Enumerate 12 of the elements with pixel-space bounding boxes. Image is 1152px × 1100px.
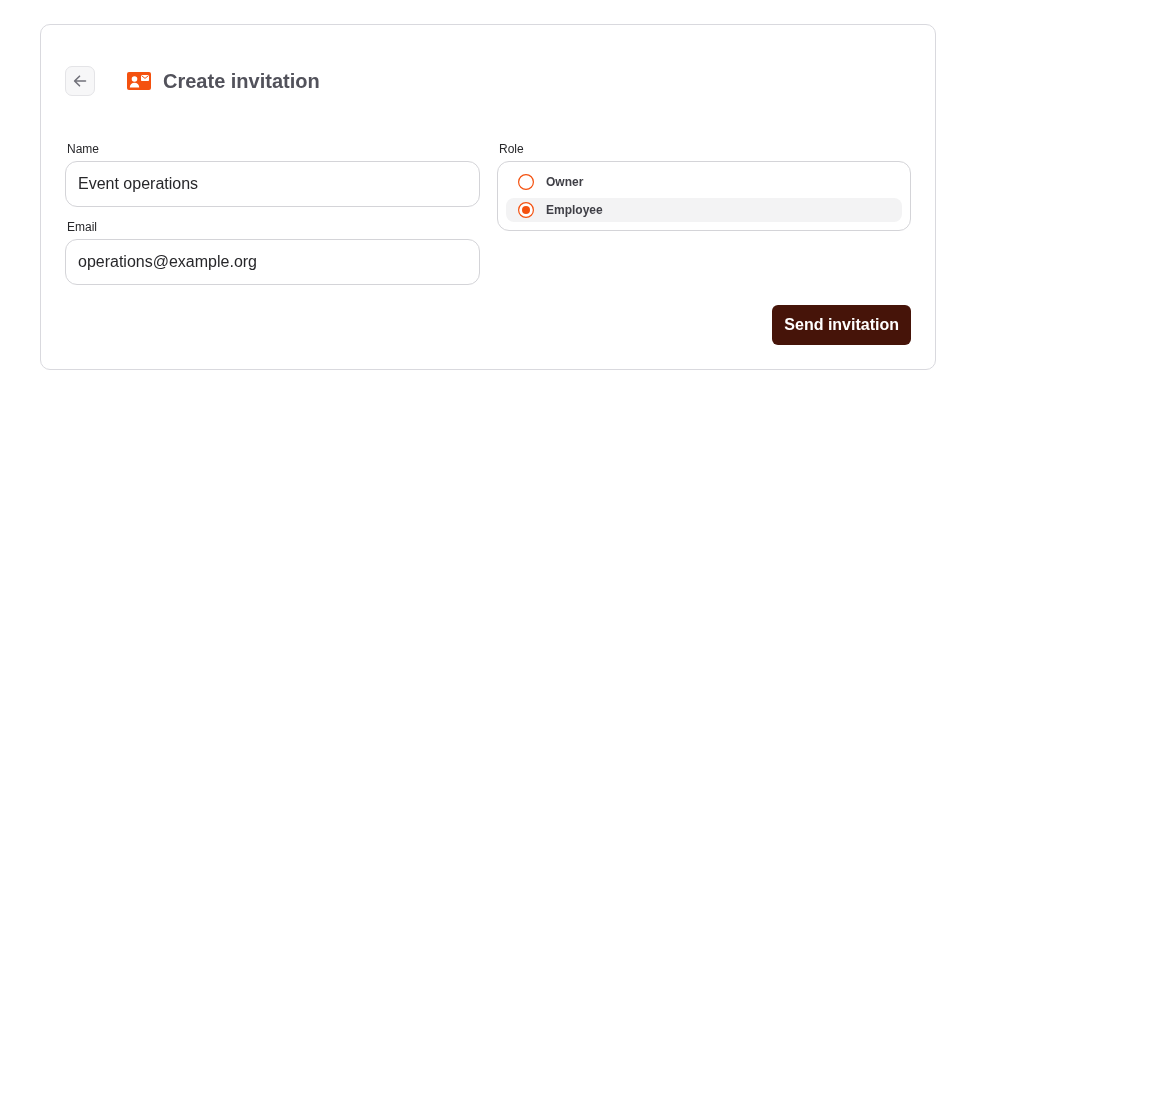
contact-card-icon bbox=[127, 72, 151, 90]
field-label: Email bbox=[67, 220, 97, 234]
role-option[interactable]: Owner bbox=[506, 170, 902, 194]
role-option[interactable]: Employee bbox=[506, 198, 902, 222]
back-button[interactable] bbox=[65, 66, 95, 96]
name-field[interactable]: Event operations bbox=[65, 161, 480, 207]
field-label: Role bbox=[499, 142, 524, 156]
send-invitation-button[interactable]: Send invitation bbox=[772, 305, 911, 345]
page-title: Create invitation bbox=[163, 69, 320, 93]
field-label: Name bbox=[67, 142, 99, 156]
email-field[interactable]: operations@example.org bbox=[65, 239, 480, 285]
arrow-left-icon bbox=[73, 74, 87, 88]
